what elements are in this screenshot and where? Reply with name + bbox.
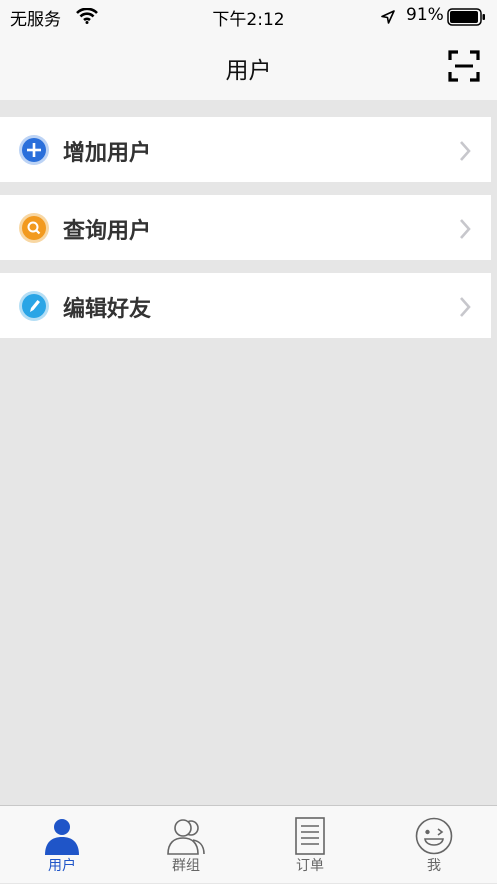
tab-user[interactable]: 用户: [0, 806, 124, 884]
tab-me[interactable]: 我: [372, 806, 496, 884]
menu-item-add-user[interactable]: 增加用户: [0, 117, 491, 182]
navigation-bar: 用户: [0, 32, 497, 100]
battery-icon: [447, 8, 485, 26]
location-icon: [381, 10, 395, 24]
tab-label: 用户: [48, 858, 76, 874]
tab-label: 群组: [172, 858, 200, 874]
group-icon: [167, 819, 205, 855]
me-icon: [415, 817, 453, 855]
tab-order[interactable]: 订单: [248, 806, 372, 884]
scan-icon: [448, 50, 480, 82]
tab-bar: 用户 群组 订单 我: [0, 805, 497, 883]
chevron-right-icon: [460, 219, 471, 239]
tab-label: 订单: [296, 858, 324, 874]
edit-circle-icon: [19, 291, 49, 321]
menu-item-query-user[interactable]: 查询用户: [0, 195, 491, 260]
menu-item-edit-friend[interactable]: 编辑好友: [0, 273, 491, 338]
search-circle-icon: [19, 213, 49, 243]
battery-percent: 91%: [406, 5, 444, 25]
chevron-right-icon: [460, 297, 471, 317]
user-icon: [45, 819, 79, 855]
tab-group[interactable]: 群组: [124, 806, 248, 884]
menu-item-label: 查询用户: [63, 219, 152, 244]
tab-label: 我: [427, 858, 441, 874]
status-bar: 无服务 下午2:12 91%: [0, 0, 497, 32]
chevron-right-icon: [460, 141, 471, 161]
menu-item-label: 编辑好友: [63, 297, 152, 322]
menu-item-label: 增加用户: [63, 141, 152, 166]
menu-list: 增加用户 查询用户 编辑好友: [0, 117, 491, 351]
scan-button[interactable]: [447, 49, 481, 83]
order-icon: [295, 817, 325, 855]
page-title: 用户: [225, 58, 272, 84]
add-circle-icon: [19, 135, 49, 165]
